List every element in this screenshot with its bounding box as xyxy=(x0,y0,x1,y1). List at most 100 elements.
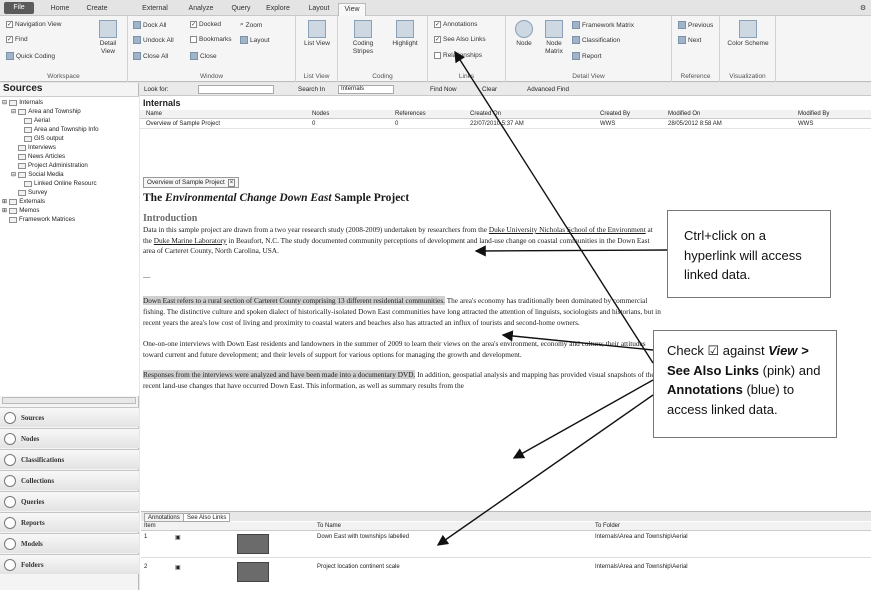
next-button[interactable]: Next xyxy=(678,36,701,44)
annotated-text[interactable]: Down East refers to a rural section of C… xyxy=(143,296,445,306)
tab-external-data[interactable]: External Data xyxy=(135,3,175,24)
find-toggle[interactable]: ✓ Find xyxy=(6,36,28,43)
nav-folders[interactable]: Folders xyxy=(0,554,139,574)
col-item[interactable]: Item xyxy=(144,523,156,529)
quick-coding-icon xyxy=(6,52,14,60)
nav-models[interactable]: Models xyxy=(0,533,139,553)
layout-button[interactable]: Layout xyxy=(240,36,270,44)
nav-nodes[interactable]: Nodes xyxy=(0,428,139,448)
hyperlink-duke-marine-lab[interactable]: Duke Marine Laboratory xyxy=(154,236,227,245)
docked-toggle[interactable]: ✓ Docked xyxy=(190,21,221,28)
table-row[interactable]: Overview of Sample Project 0 0 22/07/201… xyxy=(140,120,871,129)
tree-item-project-administration[interactable]: Project Administration xyxy=(18,162,88,169)
tree-item-social-media[interactable]: ⊟ Social Media xyxy=(11,171,64,178)
col-nodes[interactable]: Nodes xyxy=(312,111,329,117)
group-window: Dock All Undock All Close All ✓ Docked Bo… xyxy=(128,16,296,82)
col-to-folder[interactable]: To Folder xyxy=(595,523,620,529)
col-references[interactable]: References xyxy=(395,111,426,117)
tree-item-area-and-township-info[interactable]: Area and Township Info xyxy=(24,126,99,133)
nav-reports[interactable]: Reports xyxy=(0,512,139,532)
tree-item-interviews[interactable]: Interviews xyxy=(18,144,56,151)
tab-query[interactable]: Query xyxy=(227,3,255,16)
nav-sources[interactable]: Sources xyxy=(0,407,139,427)
nav-label: Folders xyxy=(21,560,44,569)
tab-view[interactable]: View xyxy=(338,3,366,16)
col-name[interactable]: Name xyxy=(146,111,162,117)
tree-item-survey[interactable]: Survey xyxy=(18,189,47,196)
bookmarks-label: Bookmarks xyxy=(199,36,232,43)
document-tab[interactable]: Overview of Sample Project × xyxy=(143,177,240,188)
col-modified-on[interactable]: Modified On xyxy=(668,111,700,117)
close-label: Close xyxy=(200,52,217,60)
list-title: Internals xyxy=(143,98,181,108)
col-created-by[interactable]: Created By xyxy=(600,111,630,117)
close-all-button[interactable]: Close All xyxy=(133,52,168,60)
highlight-button[interactable]: Highlight xyxy=(386,20,424,48)
tree-item-memos[interactable]: ⊞ Memos xyxy=(2,207,39,214)
previous-button[interactable]: Previous xyxy=(678,21,713,29)
find-now-button[interactable]: Find Now xyxy=(430,86,457,93)
tab-create[interactable]: Create xyxy=(82,3,112,16)
col-to-name[interactable]: To Name xyxy=(317,523,341,529)
callout-text-emph: View > xyxy=(768,343,809,358)
nav-queries[interactable]: Queries xyxy=(0,491,139,511)
report-button[interactable]: Report xyxy=(572,52,602,60)
tree-horizontal-scrollbar[interactable] xyxy=(2,397,136,404)
node-button[interactable]: Node xyxy=(510,20,538,48)
zoom-button[interactable]: ⌕ Zoom xyxy=(240,21,262,29)
tree-item-externals[interactable]: ⊞ Externals xyxy=(2,198,45,205)
list-view-button[interactable]: List View xyxy=(300,20,334,48)
folder-icon xyxy=(24,117,32,124)
close-button[interactable]: Close xyxy=(190,52,217,60)
tab-explore[interactable]: Explore xyxy=(263,3,293,16)
folders-icon xyxy=(4,558,16,571)
list-view-big-label: List View xyxy=(304,40,330,47)
coding-stripes-button[interactable]: Coding Stripes xyxy=(344,20,382,56)
tree-item-internals[interactable]: ⊟ Internals xyxy=(2,99,43,106)
undock-all-button[interactable]: Undock All xyxy=(133,36,174,44)
close-icon[interactable]: × xyxy=(227,178,236,187)
navigation-view-toggle[interactable]: ✓ Navigation View xyxy=(6,21,62,28)
group-workspace: ✓ Navigation View ✓ Find Quick Coding Deta… xyxy=(0,16,128,82)
table-row[interactable]: 1 ▣ Down East with townships labelled In… xyxy=(141,532,871,558)
text-run: Data in this sample project are drawn fr… xyxy=(143,225,489,234)
col-modified-by[interactable]: Modified By xyxy=(798,111,829,117)
tree-item-framework-matrices[interactable]: Framework Matrices xyxy=(9,216,75,223)
bookmarks-toggle[interactable]: Bookmarks xyxy=(190,36,232,43)
tree-item-news-articles[interactable]: News Articles xyxy=(18,153,65,160)
see-also-link-text[interactable]: Responses from the interviews were analy… xyxy=(143,370,416,380)
clear-button[interactable]: Clear xyxy=(482,86,497,93)
nav-classifications[interactable]: Classifications xyxy=(0,449,139,469)
tree-item-gis-output[interactable]: GIS output xyxy=(24,135,64,142)
detail-view-button[interactable]: Detail View xyxy=(92,20,124,56)
tab-see-also-links[interactable]: See Also Links xyxy=(183,513,231,522)
dock-all-button[interactable]: Dock All xyxy=(133,21,166,29)
search-in-button[interactable]: Search In xyxy=(298,86,325,93)
col-created-on[interactable]: Created On xyxy=(470,111,501,117)
tree-item-aerial[interactable]: Aerial xyxy=(24,117,50,124)
tab-analyze[interactable]: Analyze xyxy=(185,3,217,16)
hyperlink-duke-nicholas[interactable]: Duke University Nicholas School of the E… xyxy=(489,225,646,234)
see-also-links-toggle[interactable]: ✓ See Also Links xyxy=(434,36,486,43)
tab-home[interactable]: Home xyxy=(46,3,74,16)
quick-coding-button[interactable]: Quick Coding xyxy=(6,52,55,60)
look-for-input[interactable] xyxy=(198,85,274,94)
node-matrix-button[interactable]: Node Matrix xyxy=(540,20,568,56)
framework-matrix-button[interactable]: Framework Matrix xyxy=(572,21,634,29)
nav-collections[interactable]: Collections xyxy=(0,470,139,490)
tab-annotations[interactable]: Annotations xyxy=(144,513,184,522)
table-row[interactable]: 2 ▣ Project location continent scale Int… xyxy=(141,560,871,586)
annotations-toggle[interactable]: ✓ Annotations xyxy=(434,21,477,28)
tab-layout[interactable]: Layout xyxy=(304,3,334,16)
relationships-toggle[interactable]: Relationships xyxy=(434,52,482,59)
document-content[interactable]: The Environmental Change Down East Sampl… xyxy=(143,190,661,500)
close-all-icon xyxy=(133,52,141,60)
color-scheme-button[interactable]: Color Scheme xyxy=(726,20,770,48)
advanced-find-button[interactable]: Advanced Find xyxy=(527,86,569,93)
tab-file[interactable]: File xyxy=(4,2,34,14)
tree-item-linked-online-resources[interactable]: Linked Online Resourc xyxy=(24,180,97,187)
help-icon[interactable]: ⚙ xyxy=(858,3,868,16)
classification-button[interactable]: Classification xyxy=(572,36,620,44)
search-scope-input[interactable]: Internals xyxy=(338,85,394,94)
tree-item-area-and-township[interactable]: ⊟ Area and Township xyxy=(11,108,81,115)
